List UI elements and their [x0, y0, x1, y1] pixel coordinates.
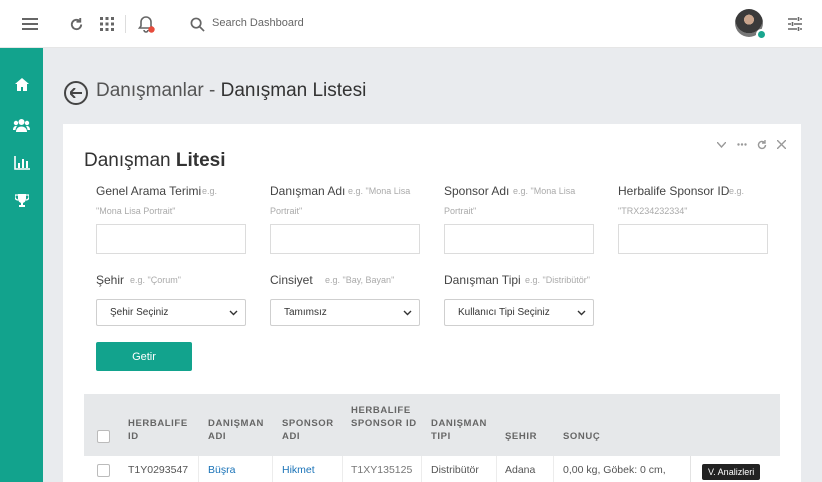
apps-grid-icon[interactable]: [97, 14, 117, 34]
chevron-down-icon[interactable]: [716, 139, 727, 150]
card-title: Danışman Litesi: [84, 150, 226, 172]
column-divider: [421, 456, 422, 482]
sponsor-id-input[interactable]: [618, 224, 768, 254]
search-input[interactable]: [212, 12, 512, 34]
refresh-icon[interactable]: [66, 14, 86, 34]
cell-consultant-type: Distribütör: [431, 464, 479, 476]
page-title-current: Danışman Listesi: [215, 80, 367, 101]
chevron-down-icon: [229, 310, 238, 316]
col-header-herbalife-id[interactable]: HERBALIFE ID: [128, 417, 194, 443]
city-label: Şehir: [96, 273, 125, 287]
column-divider: [553, 456, 554, 482]
column-divider: [272, 456, 273, 482]
sidebar-item-reports[interactable]: [0, 148, 43, 178]
toolbar-divider: [125, 15, 126, 33]
gender-label: Cinsiyet: [270, 273, 313, 287]
settings-sliders-icon[interactable]: [785, 14, 805, 34]
notification-bell-icon[interactable]: [136, 14, 156, 34]
card-tools: [716, 139, 787, 150]
city-select[interactable]: Şehir Seçiniz: [96, 299, 246, 326]
analysis-tooltip[interactable]: V. Analizleri: [702, 464, 761, 480]
column-divider: [690, 456, 691, 482]
column-divider: [342, 456, 343, 482]
sidebar-item-users[interactable]: [0, 110, 43, 140]
page-title-section: Danışmanlar -: [96, 80, 216, 101]
home-icon: [14, 77, 29, 91]
refresh-card-icon[interactable]: [756, 139, 767, 150]
gender-hint: e.g. "Bay, Bayan": [325, 275, 395, 285]
sponsor-name-input[interactable]: [444, 224, 594, 254]
sponsor-id-hint: e.g. "TRX234232334": [618, 186, 745, 216]
sponsor-name-hint: e.g. "Mona Lisa Portrait": [444, 186, 576, 216]
card-title-light: Danışman: [84, 150, 171, 171]
col-header-consultant-name[interactable]: DANIŞMAN ADI: [208, 417, 272, 443]
close-icon[interactable]: [776, 139, 787, 150]
trophy-icon: [14, 194, 29, 207]
sidebar-item-home[interactable]: [0, 69, 43, 99]
back-button[interactable]: [64, 81, 88, 105]
row-checkbox[interactable]: [97, 464, 110, 477]
consultant-name-input[interactable]: [270, 224, 420, 254]
col-header-sponsor-id[interactable]: HERBALIFE SPONSOR ID: [351, 404, 417, 430]
cell-result: 0,00 kg, Göbek: 0 cm,: [563, 464, 666, 476]
consultant-type-hint: e.g. "Distribütör": [525, 275, 590, 285]
online-status-dot: [756, 29, 767, 40]
getir-button[interactable]: Getir: [96, 342, 192, 371]
consultant-name-hint: e.g. "Mona Lisa Portrait": [270, 186, 411, 216]
col-header-city[interactable]: ŞEHIR: [505, 430, 537, 443]
avatar[interactable]: [735, 9, 767, 40]
general-search-hint: e.g. "Mona Lisa Portrait": [96, 186, 218, 216]
cell-consultant-name-link[interactable]: Büşra: [208, 464, 235, 476]
col-header-consultant-type[interactable]: DANIŞMAN TIPI: [431, 417, 495, 443]
cell-sponsor-name-link[interactable]: Hikmet: [282, 464, 315, 476]
page-title: Danışmanlar - Danışman Listesi: [96, 80, 366, 102]
gender-select-value: Tamımsız: [284, 307, 327, 318]
bar-chart-icon: [13, 156, 30, 170]
cell-sponsor-id: T1XY135125: [351, 464, 413, 476]
consultant-list-card: Danışman Litesi Genel Arama Terimi e.g. …: [63, 124, 801, 482]
consultant-type-select[interactable]: Kullanıcı Tipi Seçiniz: [444, 299, 594, 326]
city-hint: e.g. "Çorum": [130, 275, 181, 285]
sidebar: [0, 48, 43, 482]
gender-select[interactable]: Tamımsız: [270, 299, 420, 326]
consultant-type-label: Danışman Tipi: [444, 273, 521, 287]
table-row[interactable]: T1Y0293547 Büşra Hikmet T1XY135125 Distr…: [84, 456, 780, 482]
table-header: HERBALIFE ID DANIŞMAN ADI SPONSOR ADI HE…: [84, 394, 780, 456]
column-divider: [198, 456, 199, 482]
select-all-checkbox[interactable]: [97, 430, 110, 443]
col-header-result[interactable]: SONUÇ: [563, 430, 600, 443]
search-icon[interactable]: [187, 14, 207, 34]
users-icon: [13, 119, 30, 132]
sidebar-item-awards[interactable]: [0, 186, 43, 216]
general-search-input[interactable]: [96, 224, 246, 254]
cell-herbalife-id: T1Y0293547: [128, 464, 189, 476]
city-select-value: Şehir Seçiniz: [110, 307, 169, 318]
arrow-left-icon: [70, 88, 82, 98]
consultant-type-select-value: Kullanıcı Tipi Seçiniz: [458, 307, 550, 318]
menu-icon[interactable]: [20, 14, 40, 34]
column-divider: [496, 456, 497, 482]
chevron-down-icon: [577, 310, 586, 316]
card-title-bold: Litesi: [170, 150, 226, 171]
cell-city: Adana: [505, 464, 536, 476]
top-bar: [0, 0, 822, 48]
chevron-down-icon: [403, 310, 412, 316]
more-icon[interactable]: [736, 139, 747, 150]
col-header-sponsor-name[interactable]: SPONSOR ADI: [282, 417, 342, 443]
